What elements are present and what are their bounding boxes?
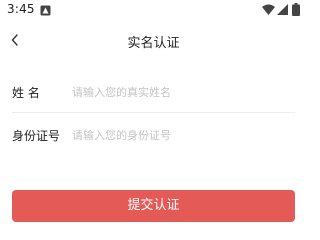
name-row: 姓 名 (12, 72, 295, 113)
name-label: 姓 名 (12, 86, 40, 100)
page-title: 实名认证 (127, 36, 180, 51)
wifi-icon (262, 4, 275, 15)
nav-bar: 实名认证 (0, 24, 307, 56)
id-number-row: 身份证号 (12, 115, 295, 155)
battery-icon (292, 3, 300, 16)
id-number-label: 身份证号 (12, 129, 61, 143)
status-bar: 3:45 (0, 0, 307, 20)
id-number-input[interactable] (72, 124, 292, 146)
cell-signal-icon (277, 4, 288, 15)
name-input[interactable] (72, 81, 292, 103)
submit-button[interactable]: 提交认证 (12, 190, 295, 222)
notification-icon (40, 5, 51, 16)
status-time: 3:45 (7, 2, 35, 16)
